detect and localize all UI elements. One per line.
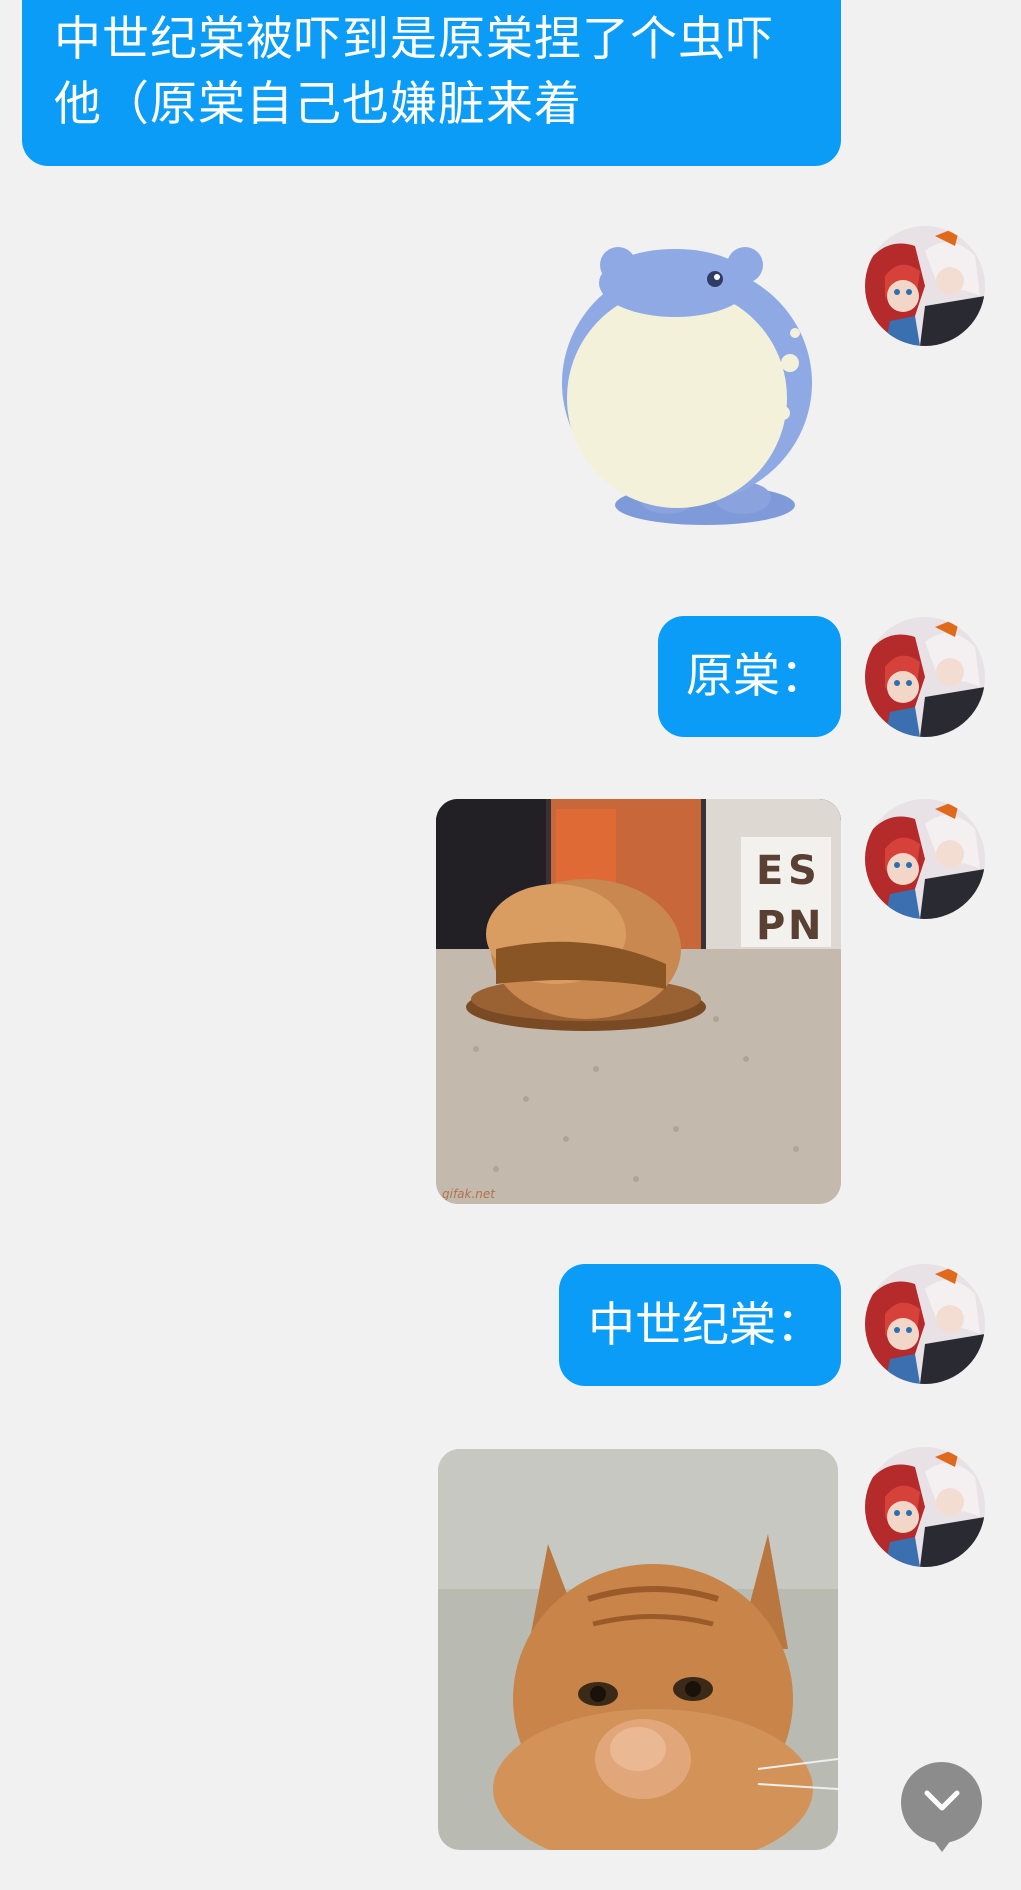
- avatar[interactable]: [865, 799, 985, 919]
- avatar[interactable]: [865, 1447, 985, 1567]
- message-text-line: 他（原棠自己也嫌脏来着: [54, 77, 582, 132]
- scroll-to-bottom-button[interactable]: [901, 1762, 982, 1852]
- chat-view: 中世纪棠被吓到是原棠捏了个虫吓 他（原棠自己也嫌脏来着 原棠： E S P N …: [0, 0, 1021, 1890]
- book-letter: N: [788, 903, 821, 949]
- message-bubble[interactable]: 中世纪棠被吓到是原棠捏了个虫吓 他（原棠自己也嫌脏来着: [22, 0, 841, 166]
- message-text: 中世纪棠：: [588, 1297, 823, 1353]
- message-text-line: 中世纪棠被吓到是原棠捏了个虫吓: [54, 12, 774, 67]
- avatar[interactable]: [865, 226, 985, 346]
- avatar[interactable]: [865, 617, 985, 737]
- chat-image[interactable]: [438, 1449, 838, 1850]
- sticker-image[interactable]: [555, 243, 818, 536]
- book-letter: S: [788, 848, 817, 894]
- message-text: 原棠：: [686, 649, 827, 704]
- message-bubble[interactable]: 中世纪棠：: [559, 1264, 841, 1386]
- watermark: gifak.net: [442, 1187, 496, 1201]
- message-bubble[interactable]: 原棠：: [658, 616, 841, 737]
- book-letter: E: [756, 848, 783, 894]
- chevron-down-icon: [924, 1790, 960, 1816]
- book-letter: P: [756, 903, 785, 949]
- chat-image[interactable]: E S P N gifak.net: [436, 799, 841, 1204]
- avatar[interactable]: [865, 1264, 985, 1384]
